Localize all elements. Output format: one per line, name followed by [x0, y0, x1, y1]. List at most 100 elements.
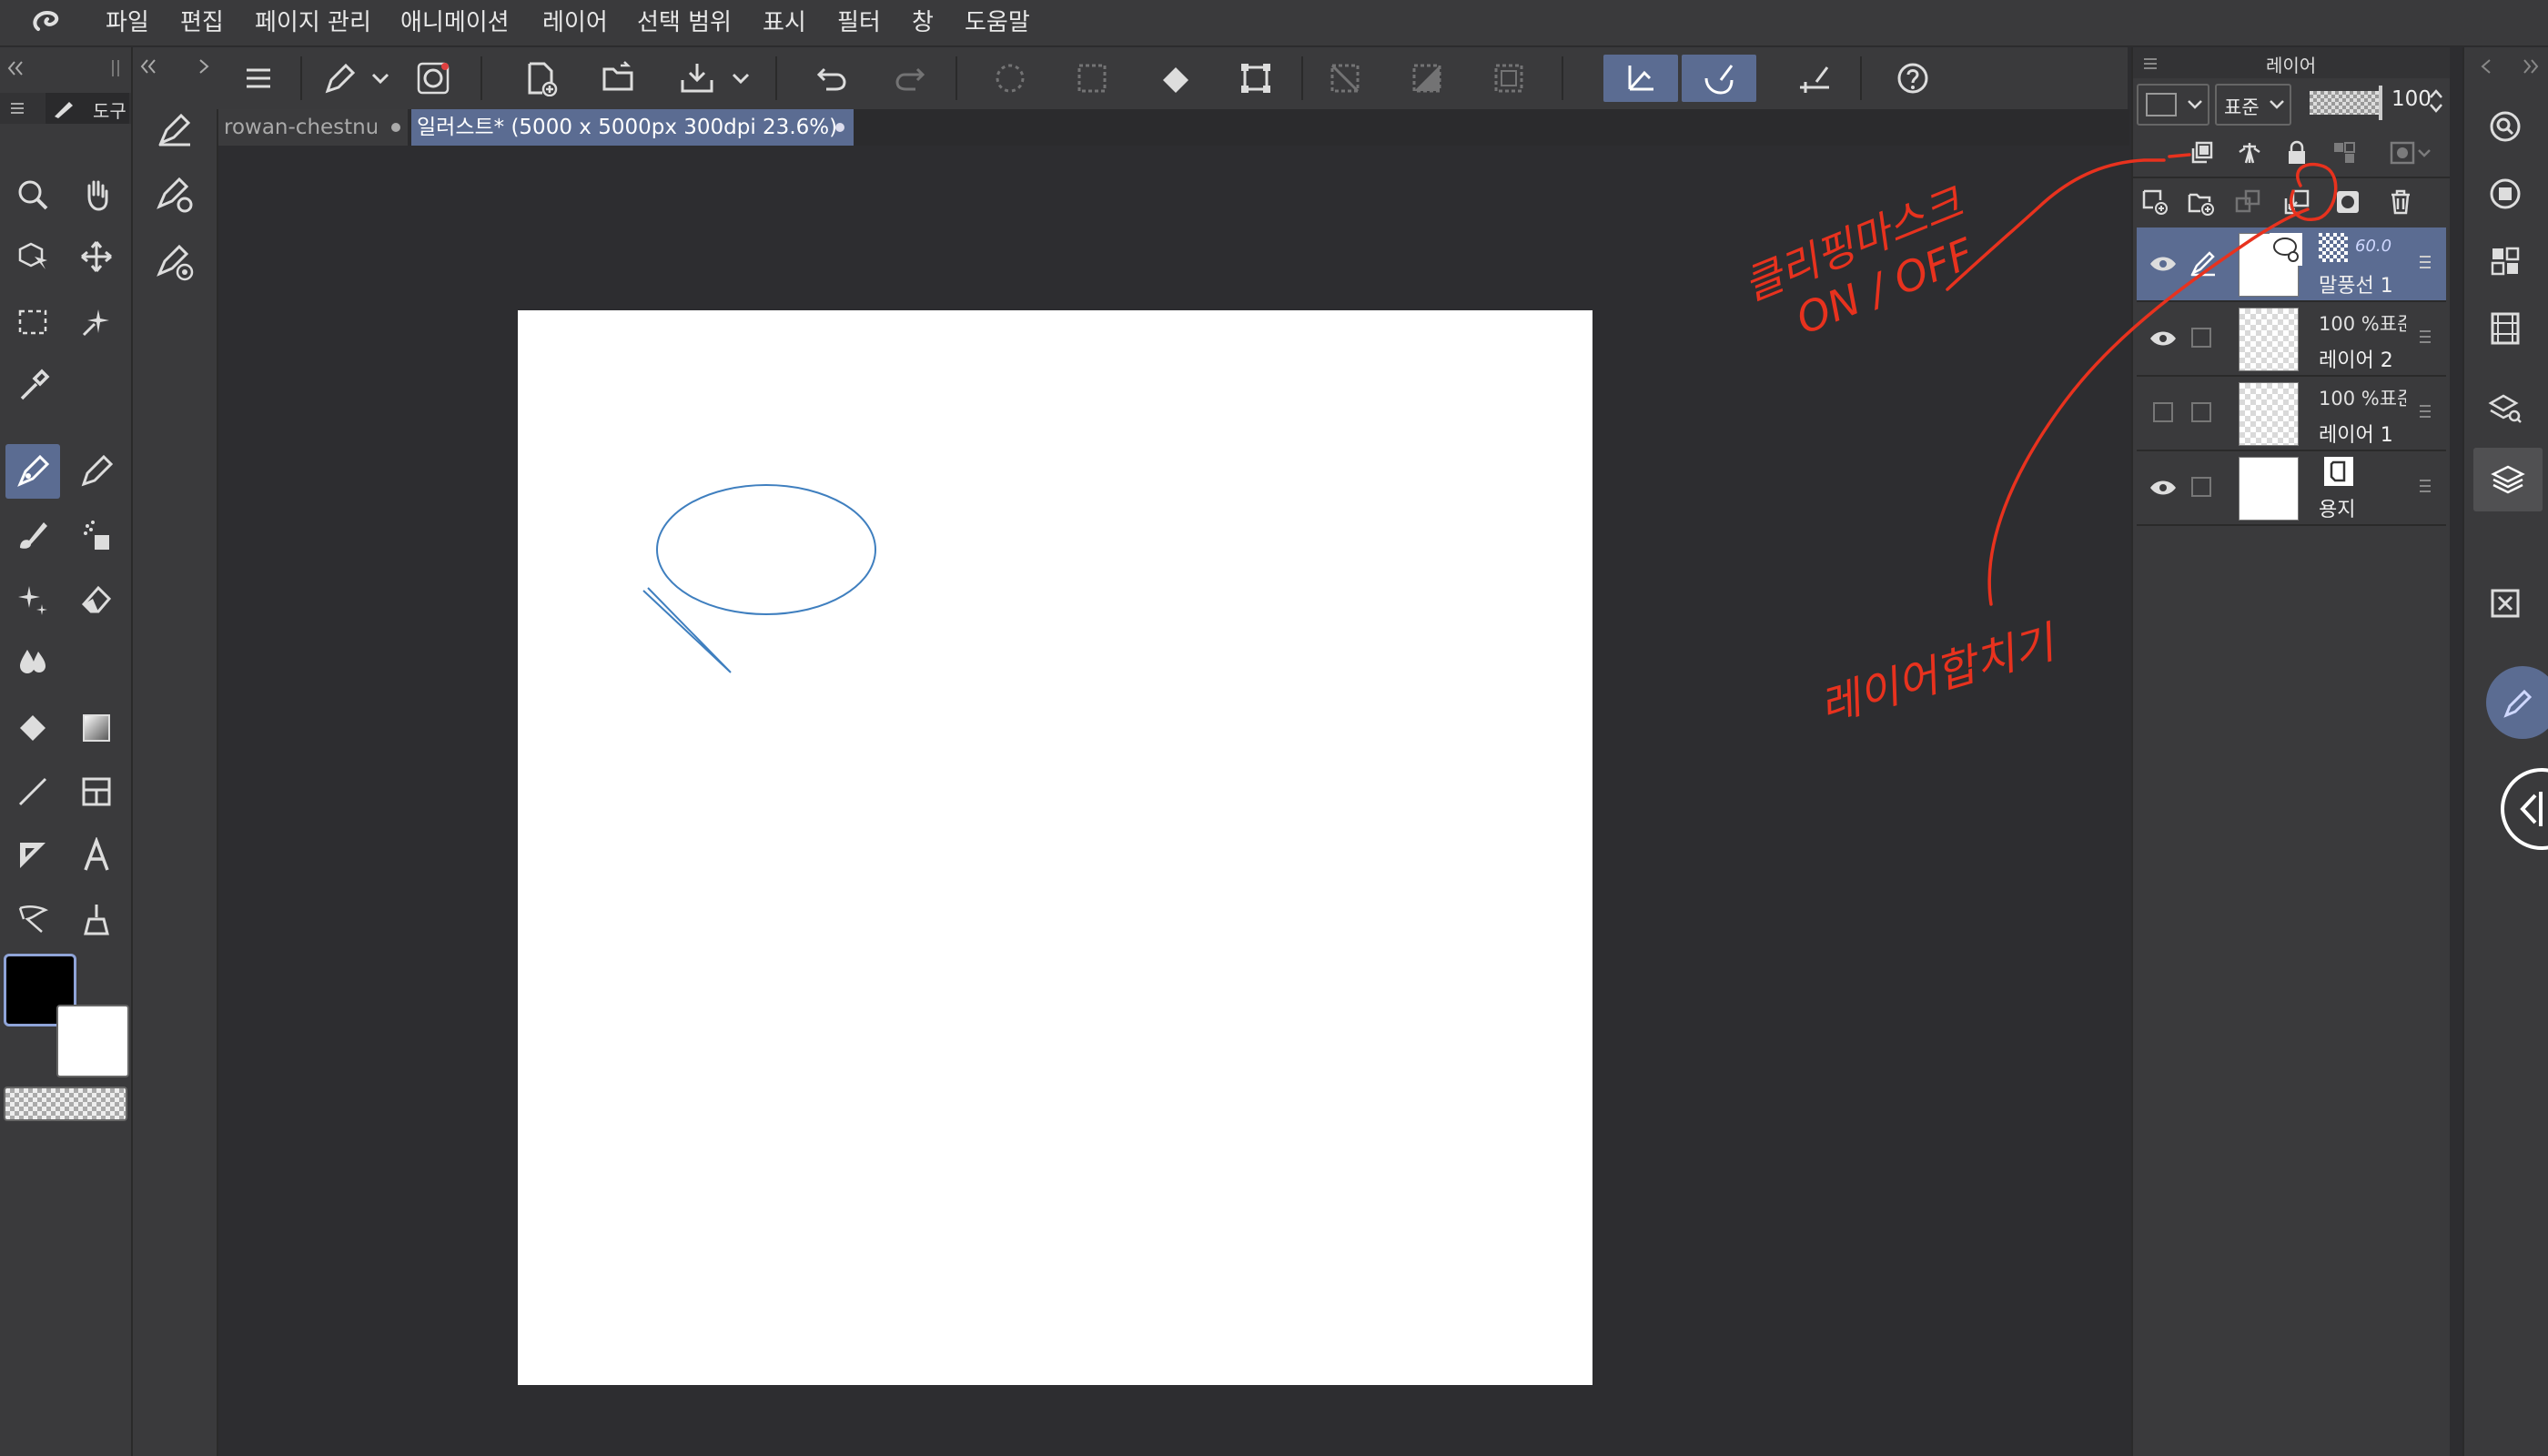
layer-row-paper[interactable]: 용지 [2137, 451, 2446, 526]
invert-selection-button[interactable] [1400, 55, 1454, 102]
visibility-eye-icon[interactable] [2148, 326, 2179, 351]
menu-selection[interactable]: 선택 범위 [637, 0, 732, 46]
collapse-left-icon-2[interactable] [138, 56, 160, 76]
visibility-checkbox[interactable] [2153, 402, 2173, 422]
tab-close-dot[interactable] [391, 123, 400, 132]
quick-access-button[interactable] [406, 55, 460, 102]
floating-pen-button[interactable] [2486, 666, 2548, 739]
save-button[interactable] [670, 55, 724, 102]
blend-mode-select[interactable]: 표준 [2215, 84, 2291, 126]
text-tool[interactable] [69, 828, 124, 883]
eyedropper-tool[interactable] [5, 359, 60, 413]
new-folder-button[interactable] [2182, 184, 2219, 220]
hand-tool[interactable] [69, 167, 124, 222]
navigator-panel-button[interactable] [2482, 104, 2528, 149]
merge-down-button[interactable] [2279, 184, 2315, 220]
sub-tool-pen-b[interactable] [147, 167, 202, 222]
brush-tool[interactable] [5, 508, 60, 562]
lock-layer-button[interactable] [2279, 135, 2315, 171]
undo-button[interactable] [804, 55, 859, 102]
opacity-slider-handle[interactable] [2379, 86, 2382, 120]
sub-color-swatch[interactable] [56, 1005, 129, 1077]
menu-help[interactable]: 도움말 [965, 0, 1030, 46]
drawing-pen-icon[interactable] [2189, 249, 2217, 277]
save-dropdown[interactable] [723, 55, 759, 102]
opacity-value[interactable]: 100 [2391, 87, 2432, 111]
visibility-eye-icon[interactable] [2148, 251, 2179, 277]
menu-window[interactable]: 창 [912, 0, 934, 46]
tab-close-dot[interactable] [835, 123, 844, 132]
eraser-tool[interactable] [69, 571, 124, 626]
snap-to-ruler-button[interactable] [1603, 55, 1678, 102]
menu-animation[interactable]: 애니메이션 [400, 0, 510, 46]
floating-side-menu-button[interactable] [2501, 768, 2548, 850]
balloon-tool[interactable] [5, 892, 60, 946]
menu-view[interactable]: 표시 [763, 0, 806, 46]
app-logo-icon[interactable] [25, 7, 69, 38]
snap-to-grid-button[interactable] [1787, 55, 1842, 102]
tool-tab[interactable]: 도구 [46, 93, 129, 124]
visibility-eye-icon[interactable] [2148, 475, 2179, 500]
main-menu-button[interactable] [231, 55, 286, 102]
layer-menu-icon[interactable] [2417, 251, 2433, 273]
panel-menu-icon[interactable] [9, 100, 25, 116]
magic-wand-tool[interactable] [69, 295, 124, 349]
redo-button[interactable] [883, 55, 937, 102]
drawing-canvas[interactable] [518, 310, 1592, 1385]
deselect-button[interactable] [1318, 55, 1372, 102]
layer-menu-icon[interactable] [2417, 400, 2433, 422]
new-canvas-button[interactable] [513, 55, 568, 102]
close-panel-button[interactable] [2482, 581, 2528, 626]
layer-property-panel-button[interactable] [2482, 171, 2528, 217]
frame-tool[interactable] [69, 764, 124, 819]
expand-right-icon[interactable] [197, 56, 211, 76]
layer-row-layer2[interactable]: 100 %표준 레이어 2 [2137, 302, 2446, 377]
layer-row-layer1[interactable]: 100 %표준 레이어 1 [2137, 377, 2446, 451]
airbrush-tool[interactable] [69, 508, 124, 562]
transparent-color-swatch[interactable] [4, 1087, 127, 1121]
menu-page-management[interactable]: 페이지 관리 [255, 0, 371, 46]
layer-edit-checkbox[interactable] [2191, 477, 2211, 497]
layer-edit-checkbox[interactable] [2191, 402, 2211, 422]
collapse-left-icon[interactable] [2477, 56, 2495, 76]
layer-row-balloon[interactable]: 60.0 말풍선 1 [2137, 228, 2446, 302]
fill-tool[interactable] [5, 701, 60, 755]
sub-tool-pen-c[interactable] [147, 235, 202, 289]
pen-tool[interactable] [5, 444, 60, 499]
tab-illustration[interactable]: 일러스트* (5000 x 5000px 300dpi 23.6%) [411, 109, 854, 146]
menu-filter[interactable]: 필터 [837, 0, 881, 46]
layer-menu-icon[interactable] [2417, 475, 2433, 497]
help-button[interactable] [1886, 55, 1940, 102]
clipping-button[interactable] [2184, 135, 2220, 171]
tab-rowan[interactable]: rowan-chestnu [218, 109, 408, 146]
clear-button[interactable] [983, 55, 1037, 102]
zoom-tool[interactable] [5, 167, 60, 222]
stabilization-dropdown[interactable] [362, 55, 399, 102]
stabilization-button[interactable] [313, 55, 368, 102]
decoration-tool[interactable] [5, 571, 60, 626]
delete-layer-button[interactable] [2382, 184, 2419, 220]
figure-tool[interactable] [5, 764, 60, 819]
layer-mask-button[interactable] [2330, 184, 2366, 220]
menu-edit[interactable]: 편집 [180, 0, 224, 46]
selection-tool[interactable] [5, 295, 60, 349]
expand-right-icon[interactable] [2521, 56, 2543, 76]
collapse-left-icon[interactable] [5, 58, 25, 78]
ruler-tool[interactable] [5, 828, 60, 883]
timeline-panel-button[interactable] [2482, 306, 2528, 351]
selection-border-button[interactable] [1481, 55, 1536, 102]
fill-button[interactable] [1148, 55, 1203, 102]
transform-button[interactable] [1228, 55, 1283, 102]
open-file-button[interactable] [592, 55, 646, 102]
layer-search-panel-button[interactable] [2482, 386, 2528, 431]
layer-panel-button[interactable] [2473, 448, 2543, 511]
clear-outside-button[interactable] [1065, 55, 1119, 102]
menu-layer[interactable]: 레이어 [542, 0, 608, 46]
correct-line-tool[interactable] [69, 892, 124, 946]
reference-layer-button[interactable] [2231, 135, 2268, 171]
layer-menu-icon[interactable] [2417, 326, 2433, 348]
sub-tool-pen-a[interactable] [147, 102, 202, 157]
panel-menu-icon[interactable] [2142, 56, 2159, 71]
panel-grip-icon[interactable] [109, 58, 124, 78]
gradient-tool[interactable] [69, 701, 124, 755]
